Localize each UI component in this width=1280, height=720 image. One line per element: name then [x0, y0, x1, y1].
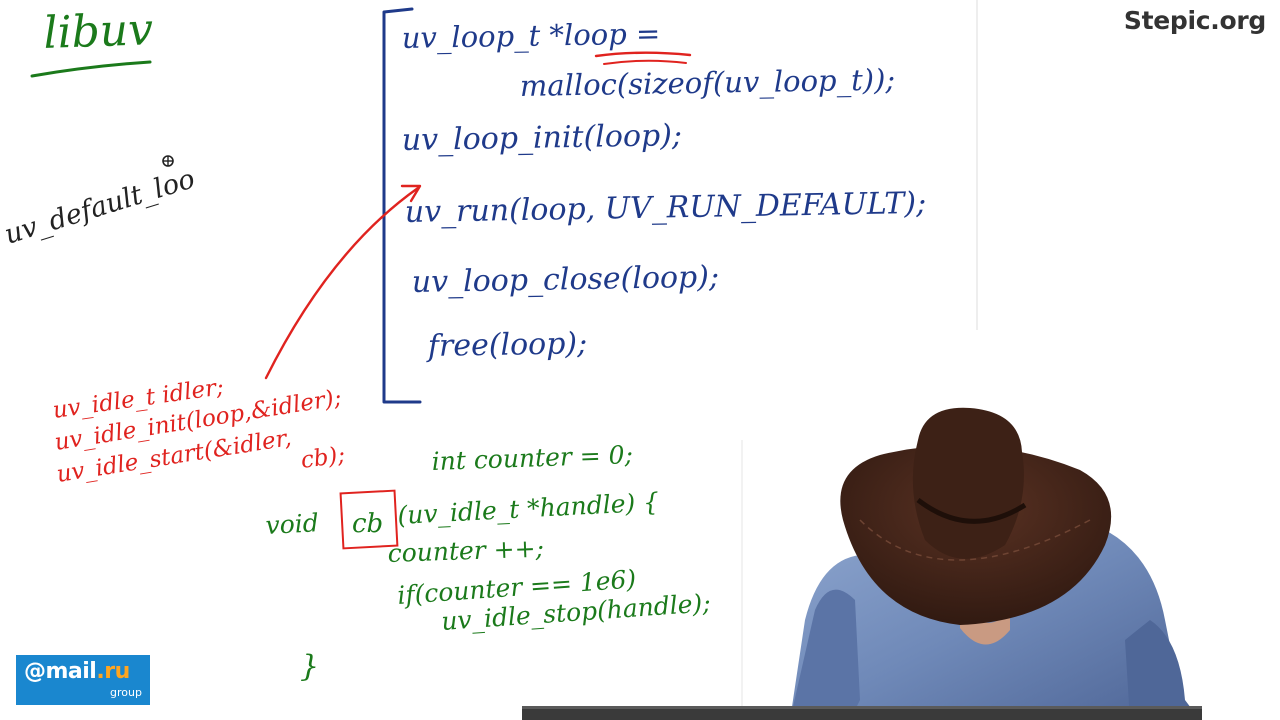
logo-dot-ru: .ru — [96, 659, 130, 684]
code-line-malloc: malloc(sizeof(uv_loop_t)); — [520, 62, 896, 104]
stepic-site-label: Stepic.org — [1123, 6, 1266, 35]
mailru-group-logo: @mail.ru group — [16, 655, 150, 705]
code-line-loop-decl: uv_loop_t *loop = — [402, 16, 661, 56]
default-loop-note: uv_default_loo — [1, 163, 198, 250]
void-keyword: void — [265, 508, 320, 540]
keyboard-top — [522, 706, 1202, 709]
mailru-logo-text: @mail.ru — [24, 659, 130, 684]
counter-increment: counter ++; — [387, 534, 544, 568]
idle-start-cb: cb); — [299, 442, 347, 474]
presenter-right-arm — [1125, 620, 1200, 720]
loop-underline — [594, 51, 692, 58]
red-arrow — [264, 186, 420, 380]
code-line-loop-close: uv_loop_close(loop); — [412, 260, 720, 300]
stepic-watermark: Stepic.org — [1124, 6, 1266, 35]
closing-brace: } — [300, 649, 319, 684]
cb-signature: (uv_idle_t *handle) { — [397, 487, 660, 530]
logo-at-sign: @ — [24, 659, 46, 684]
libuv-heading: libuv — [43, 4, 154, 59]
libuv-underline — [30, 60, 152, 78]
counter-decl: int counter = 0; — [431, 440, 633, 476]
whiteboard-canvas: libuv uv_default_loo uv_loop_t *loop = m… — [1, 0, 1202, 720]
code-line-free: free(loop); — [426, 326, 588, 364]
loop-underline-2 — [603, 59, 687, 65]
cb-function-name: cb — [352, 509, 383, 539]
logo-group: group — [110, 686, 142, 699]
hat-crown — [912, 407, 1024, 559]
logo-mail: mail — [45, 659, 97, 684]
code-line-uv-run: uv_run(loop, UV_RUN_DEFAULT); — [405, 186, 927, 230]
code-line-loop-init: uv_loop_init(loop); — [402, 118, 683, 158]
lecture-frame: libuv uv_default_loo uv_loop_t *loop = m… — [0, 0, 1280, 720]
cursor-icon — [162, 155, 174, 167]
